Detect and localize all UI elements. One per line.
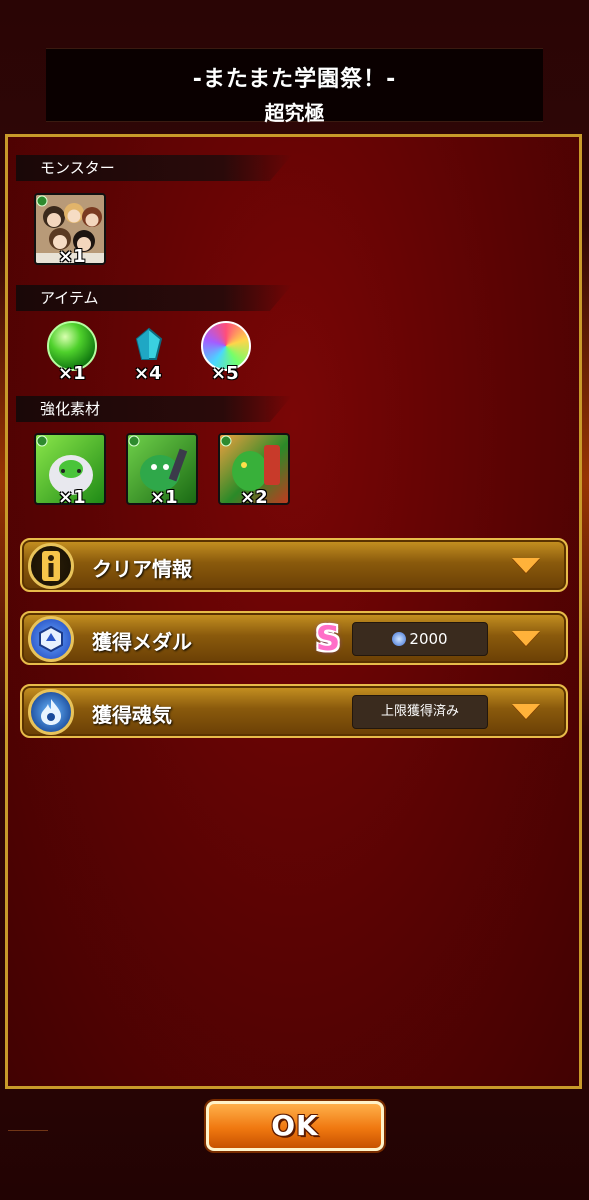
medal-coin-icon (392, 632, 407, 646)
medal-label: 獲得メダル (92, 630, 192, 654)
quest-title-box: -またまた学園祭！- 超究極 (46, 48, 543, 125)
rainbow-orb-count: ×5 (211, 363, 239, 384)
medal-glyph (39, 625, 63, 653)
materials-section-label: 強化素材 (40, 400, 101, 418)
blue-crystal-icon[interactable] (134, 327, 164, 363)
medal-rank-badge: S (315, 619, 341, 659)
medal-icon (28, 616, 74, 662)
clear-info-bar[interactable]: クリア情報 (20, 538, 568, 592)
info-glyph (42, 551, 60, 581)
soul-flame-glyph (41, 699, 61, 725)
monster-section-label: モンスター (40, 159, 115, 177)
green-orb-count: ×1 (58, 363, 86, 384)
medal-bar[interactable]: 獲得メダル S 2000 (20, 611, 568, 665)
info-icon (28, 543, 74, 589)
monster-section-header: モンスター (16, 155, 292, 181)
soul-flame-icon (28, 689, 74, 735)
material-3-count: ×2 (240, 487, 268, 508)
quest-difficulty: 超究極 (264, 101, 325, 125)
medal-expand-icon[interactable] (512, 631, 540, 646)
ok-button[interactable]: OK (206, 1101, 384, 1151)
monster-count: ×1 (58, 246, 86, 267)
soul-value: 上限獲得済み (352, 695, 488, 729)
soul-expand-icon[interactable] (512, 704, 540, 719)
material-2-count: ×1 (150, 487, 178, 508)
material-1-count: ×1 (58, 487, 86, 508)
medal-value-box: 2000 (352, 622, 488, 656)
items-section-header: アイテム (16, 285, 292, 311)
quest-title: -またまた学園祭！- (192, 67, 397, 92)
items-section-label: アイテム (40, 289, 99, 307)
blue-crystal-count: ×4 (134, 363, 162, 384)
soul-label: 獲得魂気 (92, 703, 172, 727)
soul-bar[interactable]: 獲得魂気 上限獲得済み (20, 684, 568, 738)
medal-value: 2000 (409, 630, 448, 648)
clear-info-expand-icon[interactable] (512, 558, 540, 573)
clear-info-label: クリア情報 (92, 557, 192, 581)
materials-section-header: 強化素材 (16, 396, 292, 422)
